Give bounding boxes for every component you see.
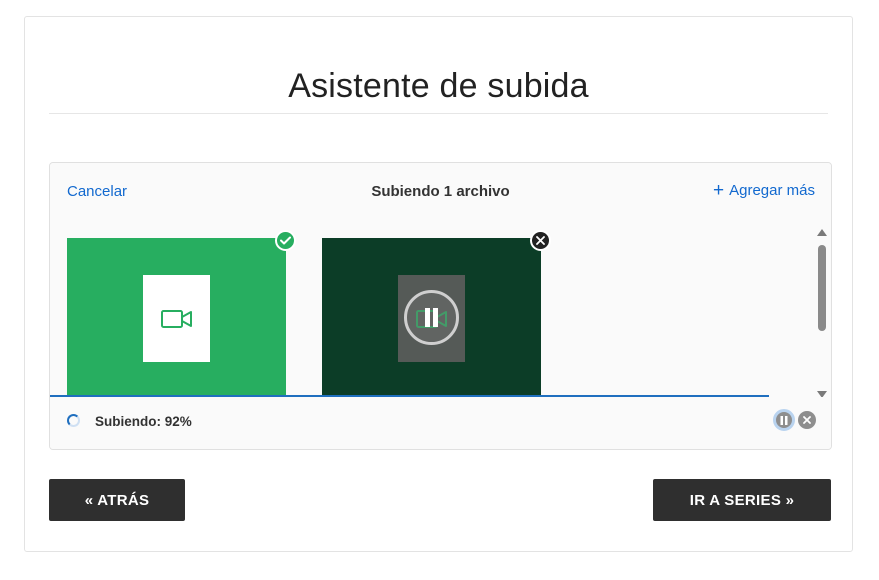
uploader-status-bar: Subiendo: 92% <box>50 397 831 449</box>
plus-icon: + <box>713 180 725 201</box>
pause-upload-icon[interactable] <box>402 288 461 347</box>
cancel-all-button[interactable] <box>798 411 816 429</box>
check-icon <box>275 230 296 251</box>
video-camera-icon <box>160 309 192 328</box>
file-list <box>50 220 831 398</box>
upload-wizard-card: Asistente de subida Cancelar Subiendo 1 … <box>24 16 853 552</box>
scroll-thumb[interactable] <box>818 245 826 331</box>
upload-status-text: Subiendo: 92% <box>95 414 192 429</box>
close-icon <box>803 416 811 424</box>
scroll-up-arrow-icon[interactable] <box>817 229 827 236</box>
file-tile-complete[interactable] <box>67 230 296 398</box>
pause-all-button[interactable] <box>773 409 795 431</box>
file-preview <box>143 275 210 362</box>
title-divider <box>49 113 828 114</box>
back-button[interactable]: « ATRÁS <box>49 479 185 521</box>
page-title: Asistente de subida <box>288 67 589 105</box>
file-list-scrollbar[interactable] <box>816 225 828 398</box>
file-uploader: Cancelar Subiendo 1 archivo + Agregar má… <box>49 162 832 450</box>
pause-icon <box>780 415 788 425</box>
go-to-series-button[interactable]: IR A SERIES » <box>653 479 831 521</box>
uploader-header: Cancelar Subiendo 1 archivo + Agregar má… <box>50 163 831 221</box>
add-more-button[interactable]: + Agregar más <box>713 181 815 200</box>
loading-spinner-icon <box>67 414 80 427</box>
file-tile-uploading[interactable] <box>322 230 551 398</box>
add-more-label: Agregar más <box>729 182 815 199</box>
remove-file-icon[interactable] <box>530 230 551 251</box>
